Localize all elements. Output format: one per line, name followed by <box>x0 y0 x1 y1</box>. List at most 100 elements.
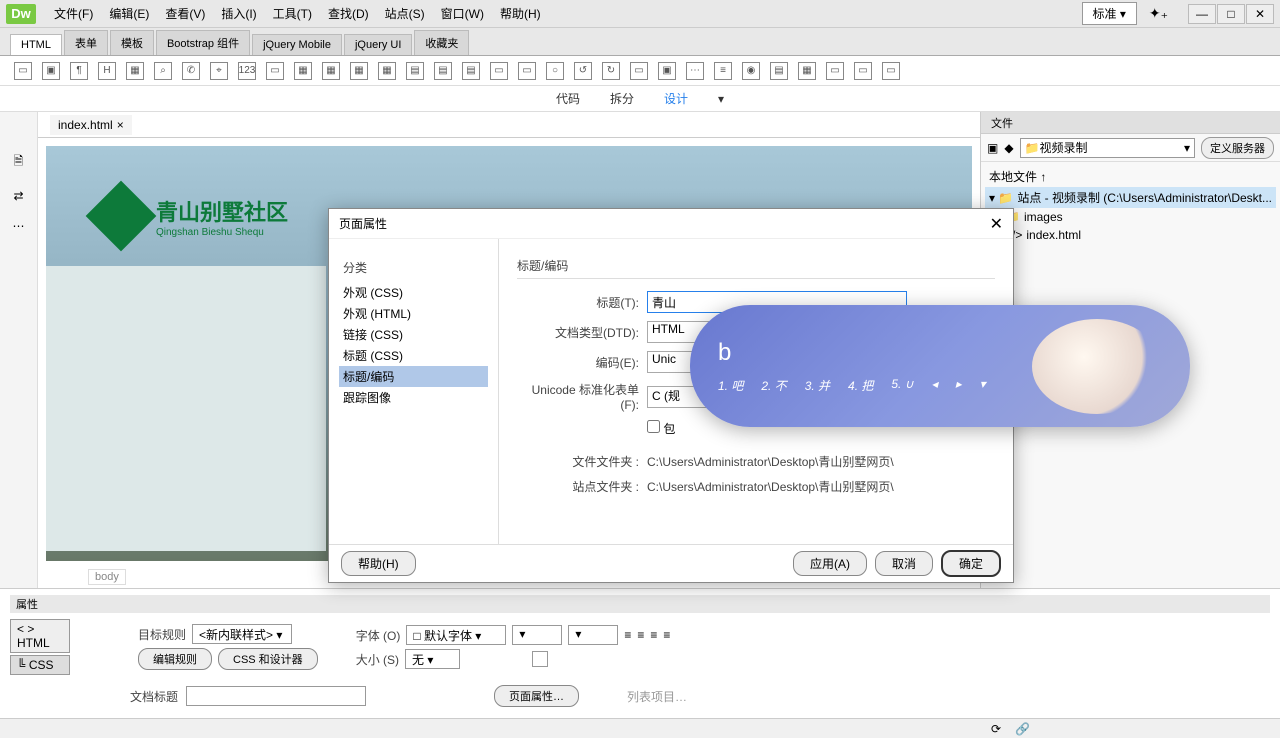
doc-tab-index[interactable]: index.html× <box>50 115 132 135</box>
properties-header[interactable]: 属性 <box>10 595 1270 613</box>
refresh-icon[interactable]: ⟳ <box>991 722 1001 736</box>
menu-view[interactable]: 查看(V) <box>157 1 213 26</box>
ime-cand-1[interactable]: 1. 吧 <box>718 377 743 394</box>
menu-edit[interactable]: 编辑(E) <box>101 1 157 26</box>
article-icon[interactable]: ↺ <box>574 62 592 80</box>
date-icon[interactable]: ▦ <box>322 62 340 80</box>
menu-site[interactable]: 站点(S) <box>377 1 433 26</box>
apply-button[interactable]: 应用(A) <box>793 551 867 576</box>
time-icon[interactable]: ▦ <box>378 62 396 80</box>
align-right-icon[interactable]: ≡ <box>650 628 657 642</box>
tree-file-index[interactable]: </> index.html <box>985 226 1276 244</box>
minimize-button[interactable]: — <box>1188 4 1216 24</box>
css-mode-button[interactable]: ╚ CSS <box>10 655 70 675</box>
align-left-icon[interactable]: ≡ <box>624 628 631 642</box>
image-icon[interactable]: ▣ <box>42 62 60 80</box>
tab-template[interactable]: 模板 <box>110 30 154 55</box>
file-manage-icon[interactable]: 🗎 <box>14 152 24 173</box>
expand-icon[interactable]: ⇄ <box>13 189 23 203</box>
header-icon[interactable]: ▭ <box>266 62 284 80</box>
ime-cand-2[interactable]: 2. 不 <box>761 377 786 394</box>
font-weight-select[interactable]: ▾ <box>568 625 618 645</box>
more-icon[interactable]: ⋯ <box>13 219 25 233</box>
sync-icon[interactable]: ✦₊ <box>1143 5 1174 22</box>
css-designer-button[interactable]: CSS 和设计器 <box>218 648 318 670</box>
hyperlink-icon[interactable]: ▭ <box>490 62 508 80</box>
meta-icon[interactable]: ▣ <box>658 62 676 80</box>
tab-bootstrap[interactable]: Bootstrap 组件 <box>156 30 250 55</box>
ime-next-icon[interactable]: ▸ <box>956 377 962 394</box>
div-icon[interactable]: ▭ <box>14 62 32 80</box>
li-icon[interactable]: ▤ <box>462 62 480 80</box>
cat-tracing[interactable]: 跟踪图像 <box>339 387 488 408</box>
view-design[interactable]: 设计 <box>658 87 694 110</box>
email-icon[interactable]: ▦ <box>798 62 816 80</box>
site-select[interactable]: 📁 视频录制 ▾ <box>1020 138 1195 158</box>
close-tab-icon[interactable]: × <box>117 118 124 132</box>
menu-help[interactable]: 帮助(H) <box>492 1 549 26</box>
font-select[interactable]: □ 默认字体 ▾ <box>406 625 506 645</box>
tree-root[interactable]: ▾ 📁 站点 - 视频录制 (C:\Users\Administrator\De… <box>985 187 1276 208</box>
tab-form[interactable]: 表单 <box>64 30 108 55</box>
menu-find[interactable]: 查找(D) <box>320 1 377 26</box>
animate-icon[interactable]: ▭ <box>882 62 900 80</box>
ime-expand-icon[interactable]: ▾ <box>980 377 986 394</box>
footer-icon[interactable]: ▭ <box>630 62 648 80</box>
define-server-button[interactable]: 定义服务器 <box>1201 137 1274 159</box>
keywords-icon[interactable]: ⋯ <box>686 62 704 80</box>
align-center-icon[interactable]: ≡ <box>637 628 644 642</box>
ol-icon[interactable]: ▤ <box>434 62 452 80</box>
tab-html[interactable]: HTML <box>10 34 62 55</box>
tab-jqui[interactable]: jQuery UI <box>344 34 412 55</box>
page-props-button[interactable]: 页面属性… <box>494 685 579 707</box>
ime-cand-3[interactable]: 3. 并 <box>805 377 830 394</box>
menu-tools[interactable]: 工具(T) <box>265 1 320 26</box>
tab-fav[interactable]: 收藏夹 <box>414 30 469 55</box>
aside-icon[interactable]: ○ <box>546 62 564 80</box>
view-split[interactable]: 拆分 <box>604 87 640 110</box>
main-icon[interactable]: ▭ <box>518 62 536 80</box>
close-button[interactable]: ✕ <box>1246 4 1274 24</box>
target-rule-select[interactable]: <新内联样式> ▾ <box>192 624 292 644</box>
tab-jqmobile[interactable]: jQuery Mobile <box>252 34 342 55</box>
tag-selector[interactable]: body <box>88 569 126 585</box>
phone-icon[interactable]: ✆ <box>182 62 200 80</box>
align-justify-icon[interactable]: ≡ <box>663 628 670 642</box>
files-panel-tab[interactable]: 文件 <box>981 112 1280 134</box>
heading-icon[interactable]: H <box>98 62 116 80</box>
help-button[interactable]: 帮助(H) <box>341 551 416 576</box>
paragraph-icon[interactable]: ¶ <box>70 62 88 80</box>
ok-button[interactable]: 确定 <box>941 550 1001 577</box>
cancel-button[interactable]: 取消 <box>875 551 933 576</box>
menu-window[interactable]: 窗口(W) <box>433 1 492 26</box>
section-icon[interactable]: ↻ <box>602 62 620 80</box>
color-picker[interactable] <box>532 651 548 667</box>
tree-folder-images[interactable]: 📁 images <box>985 208 1276 226</box>
cat-appearance-html[interactable]: 外观 (HTML) <box>339 303 488 324</box>
cat-title-encoding[interactable]: 标题/编码 <box>339 366 488 387</box>
cat-appearance-css[interactable]: 外观 (CSS) <box>339 282 488 303</box>
size-select[interactable]: 无 ▾ <box>405 649 460 669</box>
desc-icon[interactable]: ≡ <box>714 62 732 80</box>
doc-title-input[interactable] <box>186 686 366 706</box>
figure-icon[interactable]: ⌕ <box>154 62 172 80</box>
ime-cand-4[interactable]: 4. 把 <box>848 377 873 394</box>
search-icon[interactable]: ⌖ <box>210 62 228 80</box>
view-code[interactable]: 代码 <box>550 87 586 110</box>
view-dropdown-icon[interactable]: ▾ <box>712 89 730 109</box>
font-style-select[interactable]: ▾ <box>512 625 562 645</box>
sync-files-icon[interactable]: ◆ <box>1004 141 1013 155</box>
nav-icon[interactable]: 123 <box>238 62 256 80</box>
edit-rule-button[interactable]: 编辑规则 <box>138 648 212 670</box>
tree-header[interactable]: 本地文件 ↑ <box>985 166 1276 187</box>
dialog-close-icon[interactable]: ✕ <box>990 214 1003 234</box>
canvas-icon[interactable]: ▭ <box>854 62 872 80</box>
cat-links[interactable]: 链接 (CSS) <box>339 324 488 345</box>
script-icon[interactable]: ▤ <box>770 62 788 80</box>
cat-headings[interactable]: 标题 (CSS) <box>339 345 488 366</box>
link-icon[interactable]: 🔗 <box>1015 722 1030 736</box>
table-icon[interactable]: ▦ <box>126 62 144 80</box>
include-checkbox[interactable]: 包 <box>647 420 675 437</box>
ime-prev-icon[interactable]: ◂ <box>932 377 938 394</box>
cal-icon[interactable]: ▦ <box>350 62 368 80</box>
